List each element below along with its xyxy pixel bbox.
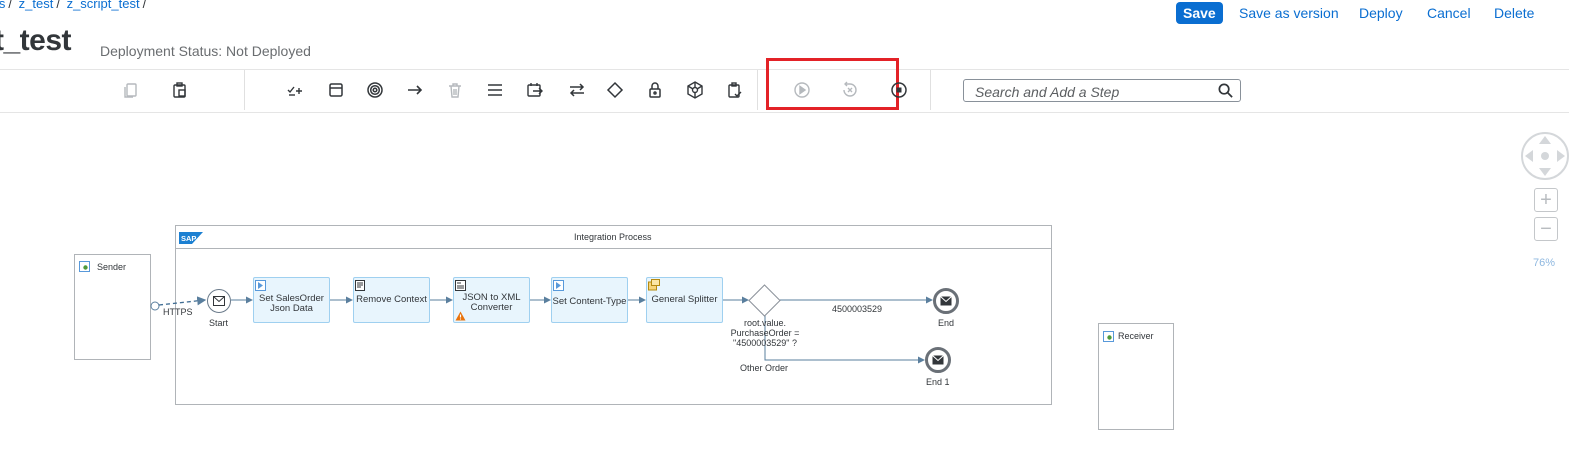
envelope-icon	[940, 296, 952, 306]
start-label: Start	[209, 318, 229, 328]
end-1-event[interactable]	[925, 347, 951, 373]
pan-navigation-icon[interactable]	[1520, 131, 1569, 181]
connections-layer	[150, 296, 933, 364]
start-event[interactable]	[207, 289, 231, 313]
warning-icon[interactable]	[455, 311, 466, 321]
json-converter-icon	[455, 280, 466, 291]
content-modifier-icon	[255, 280, 266, 291]
end-event[interactable]	[933, 288, 959, 314]
zoom-in-button[interactable]: +	[1534, 188, 1558, 212]
router-gateway[interactable]	[748, 284, 781, 317]
content-modifier-icon	[553, 280, 564, 291]
end-1-label: End 1	[926, 377, 950, 387]
zoom-out-button[interactable]: −	[1534, 217, 1558, 241]
zoom-level: 76%	[1533, 257, 1556, 269]
end-label: End	[938, 318, 955, 328]
converter-icon	[355, 280, 365, 291]
splitter-icon	[648, 279, 660, 291]
envelope-icon	[932, 355, 944, 365]
gateway-condition-label: root.value. PurchaseOrder = "4500003529"…	[730, 318, 800, 348]
route-1-label: 4500003529	[832, 304, 883, 314]
https-label: HTTPS	[163, 307, 193, 317]
envelope-icon	[213, 296, 225, 306]
route-2-label: Other Order	[740, 363, 789, 373]
